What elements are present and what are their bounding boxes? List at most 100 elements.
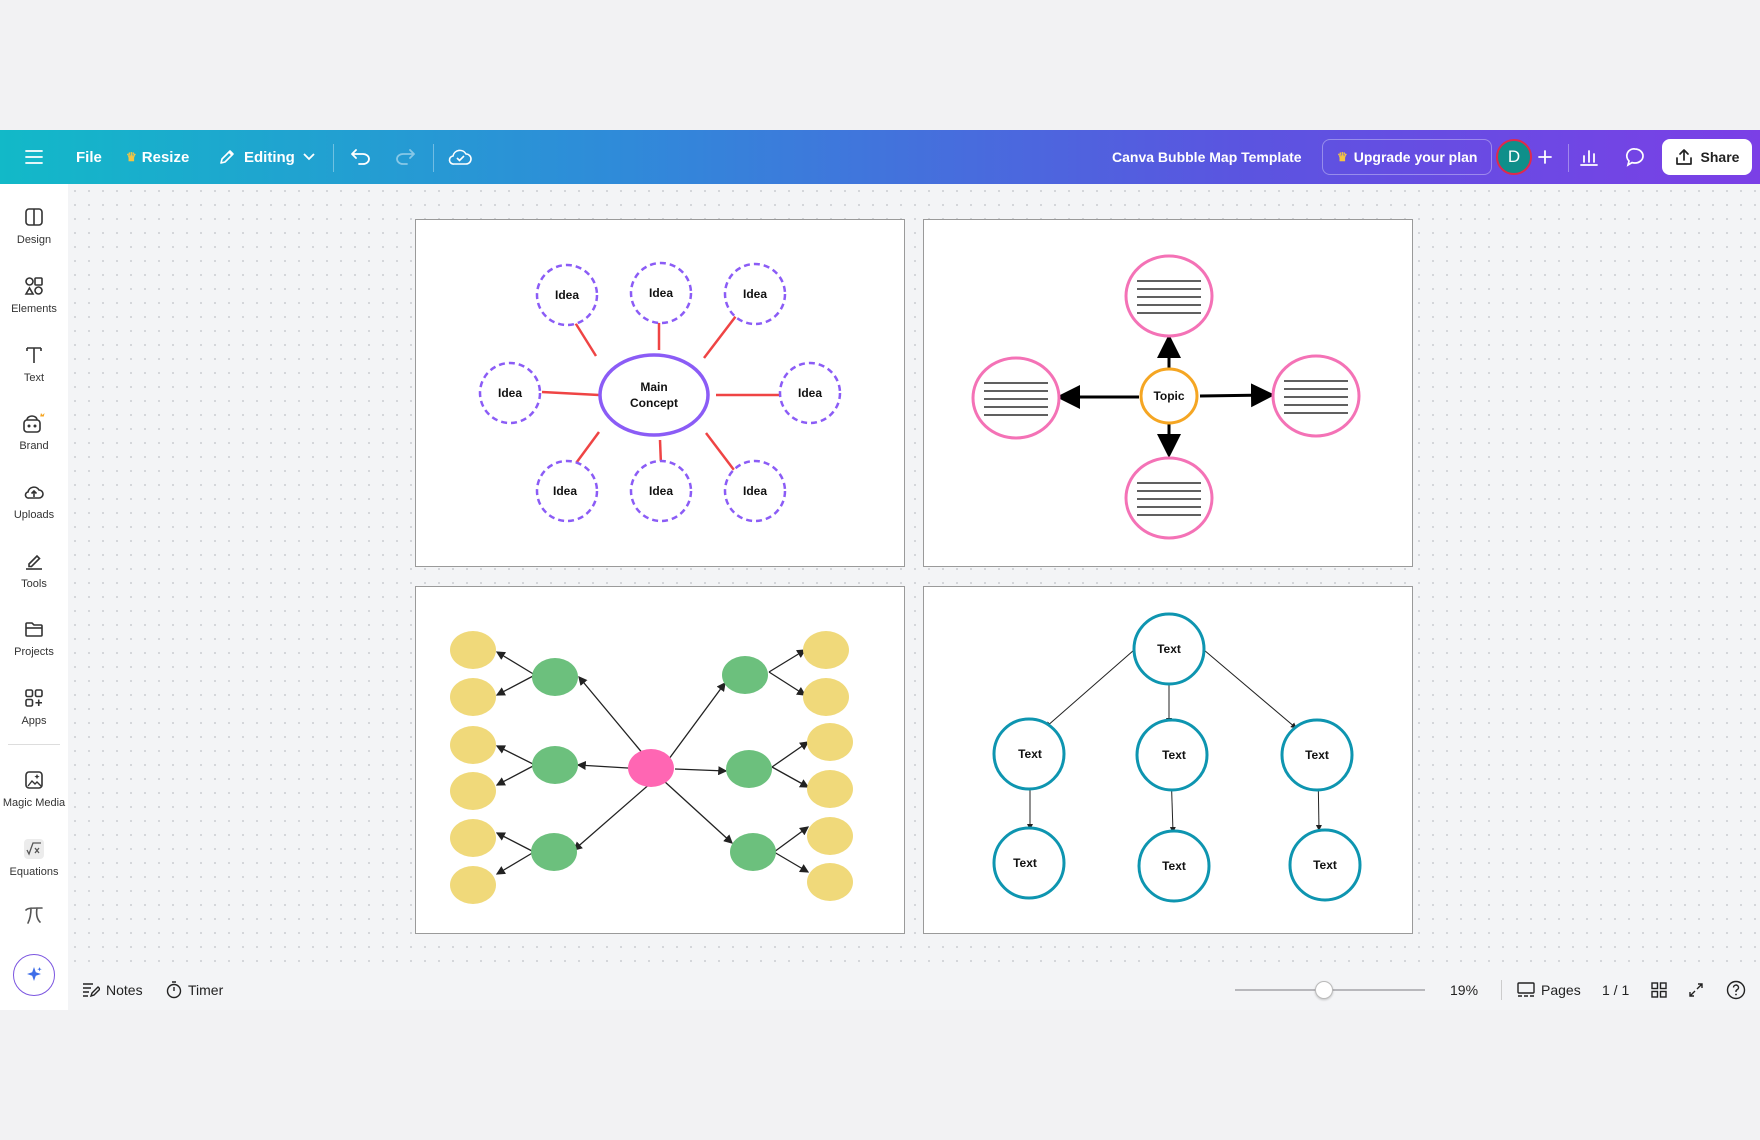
idea-label: Idea xyxy=(498,386,522,400)
connector-arrow xyxy=(495,851,535,875)
brand-icon xyxy=(23,413,45,433)
sidebar-item-apps[interactable]: Apps xyxy=(0,687,68,749)
sidebar-item-magic-media[interactable]: Magic Media xyxy=(0,769,68,831)
notes-label: Notes xyxy=(106,982,143,998)
fullscreen-icon[interactable] xyxy=(1688,970,1704,1010)
redo-icon[interactable] xyxy=(387,139,423,175)
analytics-icon[interactable] xyxy=(1571,139,1607,175)
grid-view-icon[interactable] xyxy=(1651,970,1667,1010)
node-label: Text xyxy=(1157,642,1181,656)
sidebar-item-pi[interactable] xyxy=(0,904,68,934)
node-label: Text xyxy=(1013,856,1037,870)
comment-icon[interactable] xyxy=(1617,139,1653,175)
detail-bubble xyxy=(807,817,853,855)
magic-assistant-button[interactable] xyxy=(13,954,55,996)
file-menu[interactable]: File xyxy=(76,130,102,184)
zoom-slider-thumb[interactable] xyxy=(1315,981,1334,999)
sidebar-item-label: Apps xyxy=(21,715,47,727)
node-label: Text xyxy=(1162,859,1186,873)
connector-arrow xyxy=(662,681,726,768)
branch-bubble xyxy=(726,750,772,788)
idea-label: Idea xyxy=(649,286,673,300)
subtopic-bubble xyxy=(971,356,1061,440)
branch-bubble xyxy=(532,746,578,784)
node-label: Text xyxy=(1162,748,1186,762)
sidebar-item-label: Elements xyxy=(11,303,57,315)
sidebar-item-design[interactable]: Design xyxy=(0,206,68,268)
template-page-1[interactable]: Main Concept Idea Idea Idea Idea Idea Id… xyxy=(415,219,905,567)
detail-bubble xyxy=(807,863,853,901)
template-page-4[interactable]: Text Text Text Text Text Text Text xyxy=(923,586,1413,934)
design-icon xyxy=(25,208,43,226)
branch-bubble xyxy=(532,658,578,696)
sidebar-item-brand[interactable]: Brand xyxy=(0,412,68,474)
menu-icon[interactable] xyxy=(16,139,52,175)
resize-button[interactable]: ♛ Resize xyxy=(126,130,189,184)
template-page-3[interactable] xyxy=(415,586,905,934)
sidebar-item-label: Brand xyxy=(19,440,49,452)
subtopic-bubble xyxy=(1124,254,1214,338)
resize-label: Resize xyxy=(141,148,190,166)
add-collaborator-icon[interactable] xyxy=(1527,139,1563,175)
timer-icon xyxy=(166,981,182,999)
node-label: Text xyxy=(1313,858,1337,872)
connector-arrow xyxy=(495,651,536,676)
node-label: Text xyxy=(1305,748,1329,762)
sidebar-item-label: Uploads xyxy=(13,509,55,521)
sidebar-item-projects[interactable]: Projects xyxy=(0,618,68,680)
sidebar-item-elements[interactable]: Elements xyxy=(0,275,68,337)
notes-button[interactable]: Notes xyxy=(82,970,143,1010)
connector-arrow xyxy=(495,674,536,696)
detail-bubble xyxy=(450,819,496,857)
double-bubble-diagram xyxy=(450,631,853,904)
connector-arrow xyxy=(495,832,535,853)
connector-line xyxy=(703,315,737,359)
idea-label: Idea xyxy=(555,288,579,302)
share-button[interactable]: Share xyxy=(1662,139,1752,175)
cloud-saved-icon[interactable] xyxy=(442,139,478,175)
zoom-level[interactable]: 19% xyxy=(1450,970,1478,1010)
design-canvas[interactable]: Main Concept Idea Idea Idea Idea Idea Id… xyxy=(68,184,1760,970)
timer-label: Timer xyxy=(188,982,224,998)
upgrade-plan-button[interactable]: ♛ Upgrade your plan xyxy=(1322,139,1493,175)
upgrade-label: Upgrade your plan xyxy=(1353,149,1478,165)
detail-bubble xyxy=(450,631,496,669)
topic-label: Topic xyxy=(1153,389,1184,403)
tools-icon xyxy=(26,554,42,570)
left-sidebar: Design Elements Text Brand Uploads Tools… xyxy=(0,184,68,1010)
undo-icon[interactable] xyxy=(343,139,379,175)
toolbar-divider xyxy=(1568,144,1569,172)
connector-line xyxy=(541,390,600,397)
editing-mode-dropdown[interactable]: Editing xyxy=(218,130,315,184)
magic-media-icon xyxy=(25,771,43,789)
idea-label: Idea xyxy=(553,484,577,498)
main-concept-line2: Concept xyxy=(630,396,678,410)
uploads-icon xyxy=(24,486,44,499)
connector-arrow xyxy=(495,745,536,766)
sidebar-item-equations[interactable]: Equations xyxy=(0,838,68,900)
detail-bubble xyxy=(450,772,496,810)
connector-arrow xyxy=(771,741,810,768)
idea-label: Idea xyxy=(743,287,767,301)
text-icon xyxy=(26,347,42,363)
branch-bubble xyxy=(722,656,768,694)
help-icon[interactable] xyxy=(1726,970,1746,1010)
main-concept-line1: Main xyxy=(640,380,667,394)
sidebar-item-text[interactable]: Text xyxy=(0,344,68,406)
sidebar-item-label: Text xyxy=(23,372,45,384)
chevron-down-icon xyxy=(303,153,315,161)
tree-map-diagram: Text Text Text Text Text Text Text xyxy=(992,612,1362,903)
timer-button[interactable]: Timer xyxy=(166,970,223,1010)
bottom-bar: Notes Timer 19% Pages 1 / 1 xyxy=(68,970,1760,1010)
connector-arrow xyxy=(768,649,807,673)
sidebar-item-label: Design xyxy=(16,234,52,246)
top-toolbar: File ♛ Resize Editing Canva Bubble Map T… xyxy=(0,130,1760,184)
template-page-2[interactable]: Topic xyxy=(923,219,1413,567)
pages-button[interactable]: Pages xyxy=(1517,970,1581,1010)
detail-bubble xyxy=(803,631,849,669)
connector-arrow xyxy=(1203,649,1297,729)
sidebar-item-tools[interactable]: Tools xyxy=(0,550,68,612)
sidebar-item-uploads[interactable]: Uploads xyxy=(0,481,68,543)
document-title[interactable]: Canva Bubble Map Template xyxy=(1112,130,1302,184)
connector-arrow xyxy=(768,671,807,696)
